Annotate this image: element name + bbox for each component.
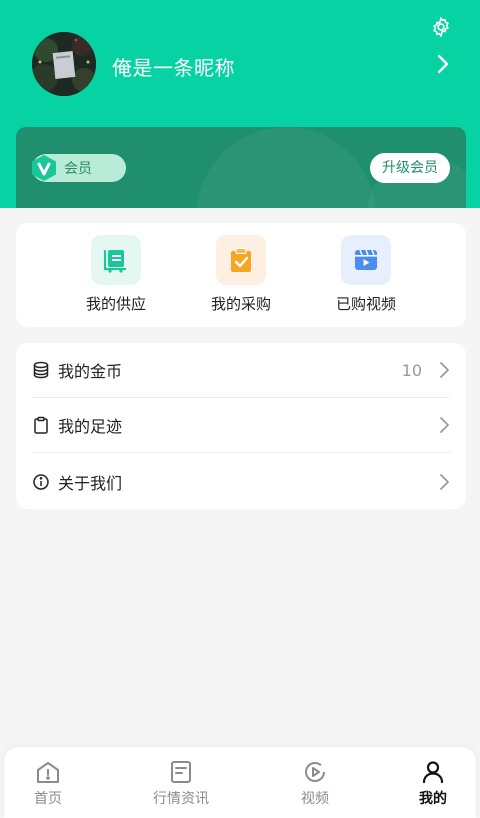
tab-video[interactable]: 视频 — [265, 759, 365, 811]
menu-item-label: 我的足迹 — [58, 417, 123, 436]
supply-icon-box — [91, 235, 141, 285]
purchase-clipboard-icon — [231, 248, 251, 272]
quick-actions-card: 我的供应 我的采购 已购视频 — [16, 223, 466, 327]
video-icon — [355, 249, 377, 270]
bottom-tab-bar: 首页 行情资讯 视频 我的 — [4, 747, 476, 818]
quick-action-label: 已购视频 — [335, 295, 396, 313]
user-icon — [422, 761, 444, 784]
profile-header: 俺是一条昵称 会员 升级会员 — [0, 0, 480, 208]
tab-label: 视频 — [301, 791, 329, 807]
menu-item-label: 我的金币 — [58, 362, 123, 381]
home-icon — [37, 762, 59, 783]
chevron-right-icon[interactable] — [434, 52, 450, 76]
supply-icon — [103, 249, 127, 273]
news-icon — [171, 761, 191, 783]
coins-icon — [33, 361, 49, 379]
tab-label: 首页 — [34, 791, 62, 807]
tab-mine[interactable]: 我的 — [383, 759, 480, 811]
tab-label: 行情资讯 — [153, 791, 209, 807]
purchase-icon-box — [216, 235, 266, 285]
avatar-photo — [32, 32, 96, 96]
quick-action-label: 我的供应 — [85, 295, 146, 313]
vip-v-icon — [32, 155, 56, 181]
play-icon — [305, 762, 325, 782]
coin-count: 10 — [401, 360, 422, 380]
tab-home[interactable]: 首页 — [0, 759, 98, 811]
member-card: 会员 升级会员 — [16, 127, 466, 208]
my-purchase-button[interactable]: 我的采购 — [186, 235, 296, 319]
avatar[interactable] — [32, 32, 96, 96]
menu-item-footprints[interactable]: 我的足迹 — [32, 398, 450, 453]
upgrade-member-button[interactable]: 升级会员 — [370, 153, 450, 183]
tab-market-news[interactable]: 行情资讯 — [131, 759, 231, 811]
member-badge-label: 会员 — [64, 161, 92, 177]
clipboard-icon — [34, 416, 48, 434]
menu-list: 我的金币 10 我的足迹 关于我们 — [16, 343, 466, 509]
my-supply-button[interactable]: 我的供应 — [61, 235, 171, 319]
chevron-right-icon — [440, 417, 449, 433]
chevron-right-icon — [440, 473, 449, 490]
gear-icon[interactable] — [430, 16, 452, 38]
tab-label: 我的 — [419, 791, 447, 807]
video-icon-box — [341, 235, 391, 285]
menu-item-coins[interactable]: 我的金币 10 — [32, 343, 450, 398]
username[interactable]: 俺是一条昵称 — [112, 52, 235, 81]
info-icon — [33, 473, 49, 490]
menu-item-label: 关于我们 — [58, 473, 123, 493]
member-badge: 会员 — [32, 154, 126, 182]
quick-action-label: 我的采购 — [210, 295, 271, 313]
menu-item-about-us[interactable]: 关于我们 — [32, 454, 450, 509]
purchased-videos-button[interactable]: 已购视频 — [311, 235, 421, 319]
chevron-right-icon — [440, 362, 449, 378]
card-decoration — [196, 127, 376, 208]
